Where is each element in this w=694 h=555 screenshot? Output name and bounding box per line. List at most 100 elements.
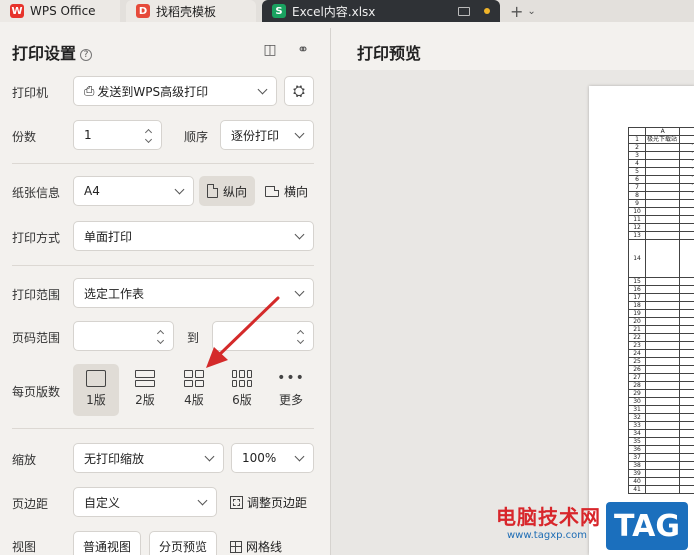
cell-a — [645, 293, 681, 302]
more-dots-icon: ••• — [277, 370, 305, 386]
chevron-down-icon — [174, 184, 185, 194]
pages-per-sheet-1[interactable]: 1版 — [73, 364, 119, 416]
chevron-down-icon — [294, 128, 305, 138]
pages-per-sheet-4[interactable]: 4版 — [171, 364, 217, 416]
page-range-from-input[interactable] — [73, 321, 174, 351]
table-row: 13 — [627, 231, 694, 240]
copies-stepper[interactable]: 1 — [73, 120, 162, 150]
gridlines-toggle[interactable]: 网格线 — [230, 538, 282, 555]
cell-a — [645, 183, 681, 192]
cell-a — [645, 469, 681, 478]
help-icon[interactable]: ? — [80, 49, 93, 61]
row-number: 32 — [627, 413, 647, 422]
scale-select[interactable]: 无打印缩放 — [73, 443, 224, 473]
table-row: 21 — [627, 325, 694, 334]
tab-excel-document[interactable]: S Excel内容.xlsx — [262, 0, 500, 22]
print-settings-panel: 打印设置? ◫ ⚭ 打印机 ⎙ 发送到WPS高级打印 ⛭ 份数 1 顺序 逐份打… — [0, 28, 330, 555]
tab-daoke-templates[interactable]: D 找稻壳模板 — [126, 0, 256, 22]
landscape-page-icon — [265, 185, 279, 197]
new-tab-button[interactable]: + ⌄ — [510, 0, 536, 22]
row-number: 22 — [627, 333, 647, 342]
paper-size-select[interactable]: A4 — [73, 176, 194, 206]
pages-per-sheet-6[interactable]: 6版 — [219, 364, 265, 416]
table-row: 7 — [627, 183, 694, 192]
stepper-arrows-icon[interactable] — [296, 329, 305, 345]
order-select[interactable]: 逐份打印 — [220, 120, 314, 150]
cell-a — [645, 357, 681, 366]
row-number: 7 — [627, 183, 647, 192]
printer-settings-button[interactable]: ⛭ — [284, 76, 314, 106]
print-mode-select[interactable]: 单面打印 — [73, 221, 314, 251]
order-value: 逐份打印 — [231, 128, 280, 143]
print-preview-area: 打印预览 A 1 极光下载站 2 3 4 5 6 7 8 9 10 11 12 13 14 15 16 17 18 19… — [330, 28, 694, 555]
option-label: 更多 — [278, 393, 303, 407]
pages-per-sheet-more[interactable]: ••• 更多 — [268, 364, 314, 416]
copies-value: 1 — [84, 128, 92, 142]
cell-b — [679, 215, 694, 224]
paper-size-value: A4 — [84, 184, 100, 198]
headset-icon[interactable]: ⚭ — [294, 42, 312, 60]
margin-select[interactable]: 自定义 — [73, 487, 217, 517]
panel-title-text: 打印设置 — [12, 44, 77, 63]
cell-a — [645, 421, 681, 430]
chevron-down-icon[interactable]: ⌄ — [527, 6, 535, 17]
row-number: 11 — [627, 215, 647, 224]
page-break-preview-label: 分页预览 — [158, 539, 207, 554]
row-number: 38 — [627, 461, 647, 470]
preview-title: 打印预览 — [357, 44, 422, 63]
one-page-layout-icon — [86, 370, 106, 387]
print-mode-label: 打印方式 — [12, 231, 61, 245]
print-range-select[interactable]: 选定工作表 — [73, 278, 314, 308]
cell-a — [645, 175, 681, 184]
table-row: 9 — [627, 199, 694, 208]
cell-a — [645, 373, 681, 382]
scale-percent-select[interactable]: 100% — [231, 443, 314, 473]
printer-label: 打印机 — [12, 86, 49, 100]
table-row: 17 — [627, 293, 694, 302]
page-range-to-input[interactable] — [212, 321, 314, 351]
cell-a — [645, 381, 681, 390]
printer-select[interactable]: ⎙ 发送到WPS高级打印 — [73, 76, 277, 106]
monitor-icon[interactable] — [458, 6, 470, 16]
stepper-arrows-icon[interactable] — [144, 128, 153, 144]
row-number: 3 — [627, 151, 647, 160]
column-header-b — [679, 127, 694, 136]
table-row: 35 — [627, 437, 694, 446]
print-mode-value: 单面打印 — [84, 229, 133, 244]
adjust-margin-button[interactable]: 调整页边距 — [230, 494, 307, 511]
view-label: 视图 — [12, 540, 37, 554]
row-number: 20 — [627, 317, 647, 326]
table-row: 12 — [627, 223, 694, 232]
table-row: 26 — [627, 365, 694, 374]
cell-b — [679, 309, 694, 318]
cell-b — [679, 207, 694, 216]
copies-label: 份数 — [12, 130, 37, 144]
corner-cell — [627, 127, 647, 136]
normal-view-button[interactable]: 普通视图 — [73, 531, 141, 555]
pages-per-sheet-2[interactable]: 2版 — [122, 364, 168, 416]
clipped-cell-text: · · · · · · · — [691, 140, 694, 197]
cell-b — [679, 413, 694, 422]
chevron-down-icon — [294, 229, 305, 239]
table-row: 16 — [627, 285, 694, 294]
landscape-button[interactable]: 横向 — [257, 176, 316, 206]
unsaved-dot-icon — [484, 8, 490, 14]
table-row: 23 — [627, 341, 694, 350]
margin-label: 页边距 — [12, 497, 49, 511]
table-row: 34 — [627, 429, 694, 438]
preview-page[interactable]: A 1 极光下载站 2 3 4 5 6 7 8 9 10 11 12 13 14 15 16 17 18 19 20 21 2… — [589, 86, 694, 555]
gear-icon: ⛭ — [292, 82, 305, 100]
stepper-arrows-icon[interactable] — [156, 329, 165, 345]
cell-a — [645, 341, 681, 350]
columns-layout-icon[interactable]: ◫ — [261, 42, 279, 60]
portrait-button[interactable]: 纵向 — [199, 176, 256, 206]
scale-percent-value: 100% — [242, 451, 277, 465]
tab-label: Excel内容.xlsx — [292, 4, 376, 19]
row-number: 40 — [627, 477, 647, 486]
chevron-down-icon — [204, 451, 215, 461]
row-number: 1 — [627, 135, 647, 144]
cell-a — [645, 429, 681, 438]
page-break-preview-button[interactable]: 分页预览 — [149, 531, 217, 555]
tab-wps-office[interactable]: W WPS Office — [0, 0, 120, 22]
cell-a — [645, 333, 681, 342]
